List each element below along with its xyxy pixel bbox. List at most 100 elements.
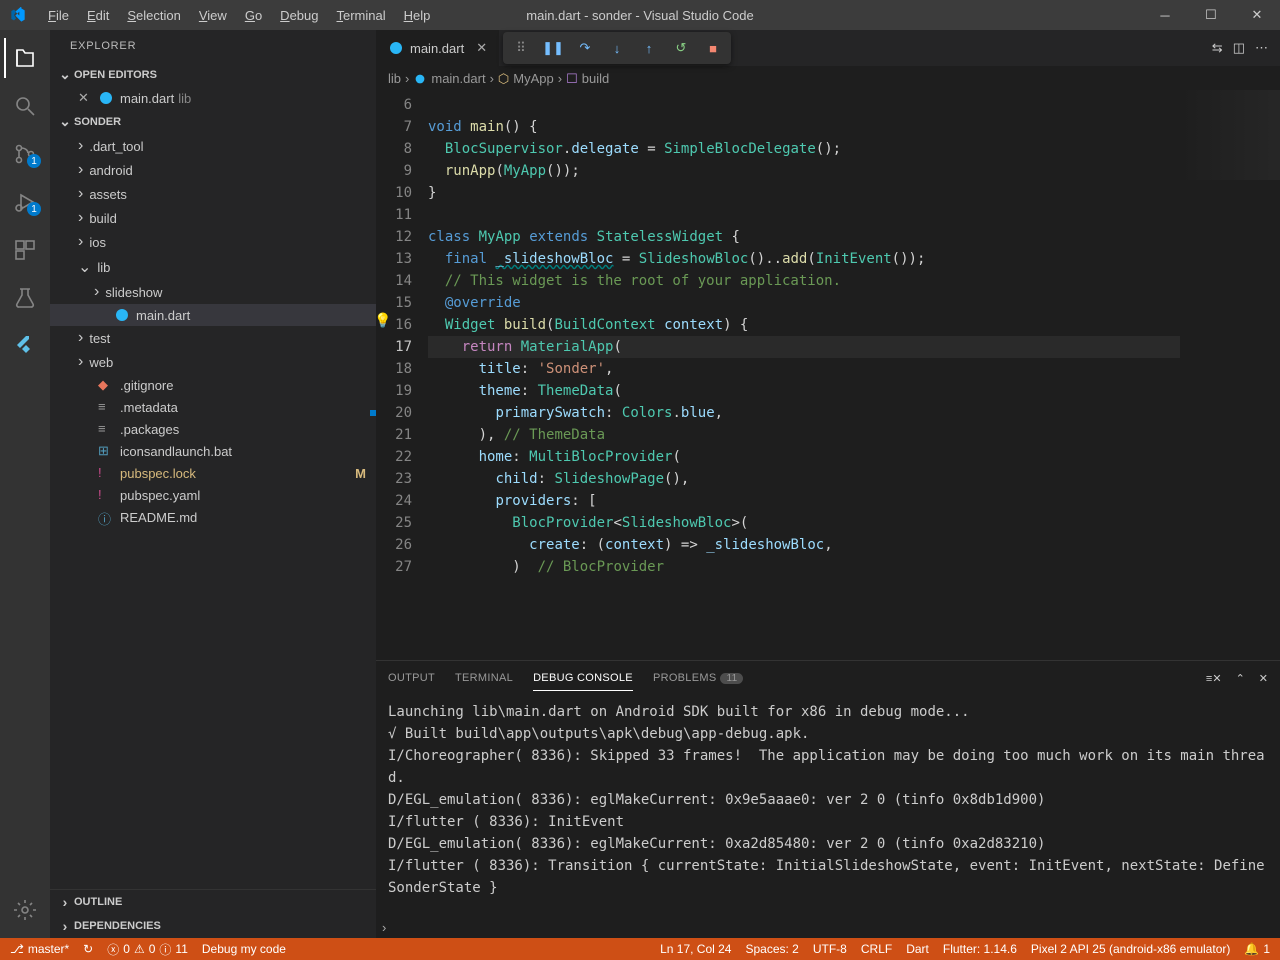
dart-file-icon xyxy=(413,72,427,86)
sidebar: EXPLORER ⌄OPEN EDITORS ✕ main.dartlib ⌄S… xyxy=(50,30,376,938)
split-editor-icon[interactable]: ◫ xyxy=(1233,40,1245,56)
panel-tab-terminal[interactable]: TERMINAL xyxy=(455,666,513,690)
dart-file-icon xyxy=(388,40,404,56)
tree-item-ios[interactable]: ios xyxy=(50,230,376,254)
class-icon: ⬡ xyxy=(498,71,509,87)
tree-item-build[interactable]: build xyxy=(50,206,376,230)
tree-item-web[interactable]: web xyxy=(50,350,376,374)
panel-tab-problems[interactable]: PROBLEMS11 xyxy=(653,666,744,690)
menu-file[interactable]: File xyxy=(40,4,77,27)
compare-icon[interactable]: ⇆ xyxy=(1212,40,1223,56)
debug-toolbar: ⠿ ❚❚ ↷ ↓ ↑ ↺ ■ xyxy=(503,32,731,64)
error-icon: ⓧ xyxy=(107,941,119,958)
status-notifications[interactable]: 🔔1 xyxy=(1244,942,1270,956)
menu-debug[interactable]: Debug xyxy=(272,4,326,27)
status-bar: ⎇master* ↻ ⓧ0 ⚠0 ⓘ11 Debug my code Ln 17… xyxy=(0,938,1280,960)
debug-console-input[interactable]: › xyxy=(376,916,1280,938)
sidebar-title: EXPLORER xyxy=(50,30,376,62)
dart-file-icon xyxy=(98,90,114,106)
status-branch[interactable]: ⎇master* xyxy=(10,942,69,956)
git-branch-icon: ⎇ xyxy=(10,942,24,956)
collapse-panel-icon[interactable]: ⌃ xyxy=(1236,672,1245,685)
more-icon[interactable]: ⋯ xyxy=(1255,40,1268,56)
settings-gear-icon[interactable] xyxy=(5,890,45,930)
close-panel-icon[interactable]: ✕ xyxy=(1259,672,1268,685)
tab-main-dart[interactable]: main.dart ✕ xyxy=(376,30,500,66)
menu-selection[interactable]: Selection xyxy=(119,4,188,27)
bottom-panel: OUTPUT TERMINAL DEBUG CONSOLE PROBLEMS11… xyxy=(376,660,1280,938)
minimize-button[interactable]: ─ xyxy=(1142,0,1188,30)
status-eol[interactable]: CRLF xyxy=(861,942,892,956)
restart-button[interactable]: ↺ xyxy=(667,34,695,62)
tree-item-lib[interactable]: lib xyxy=(50,254,376,280)
tree-item--metadata[interactable]: ≡.metadata xyxy=(50,396,376,418)
pause-button[interactable]: ❚❚ xyxy=(539,34,567,62)
source-control-icon[interactable]: 1 xyxy=(5,134,45,174)
editor-area: main.dart ✕ ⠿ ❚❚ ↷ ↓ ↑ ↺ ■ ⇆ ◫ ⋯ lib › m… xyxy=(376,30,1280,938)
close-button[interactable]: ✕ xyxy=(1234,0,1280,30)
tree-item-README-md[interactable]: ⓘREADME.md xyxy=(50,506,376,528)
search-icon[interactable] xyxy=(5,86,45,126)
tree-item-android[interactable]: android xyxy=(50,158,376,182)
tree-item-slideshow[interactable]: slideshow xyxy=(50,280,376,304)
minimap[interactable] xyxy=(1180,90,1280,660)
window-title: main.dart - sonder - Visual Studio Code xyxy=(526,8,753,23)
info-icon: ⓘ xyxy=(159,941,171,958)
stop-button[interactable]: ■ xyxy=(699,34,727,62)
warning-icon: ⚠ xyxy=(134,942,145,956)
step-over-button[interactable]: ↷ xyxy=(571,34,599,62)
debug-console-output[interactable]: Launching lib\main.dart on Android SDK b… xyxy=(376,695,1280,916)
status-line-col[interactable]: Ln 17, Col 24 xyxy=(660,942,731,956)
tree-item--packages[interactable]: ≡.packages xyxy=(50,418,376,440)
extensions-icon[interactable] xyxy=(5,230,45,270)
status-device[interactable]: Pixel 2 API 25 (android-x86 emulator) xyxy=(1031,942,1230,956)
bell-icon: 🔔 xyxy=(1244,942,1259,956)
editor-body[interactable]: 💡678910111213141516171819202122232425262… xyxy=(376,90,1280,660)
menu-view[interactable]: View xyxy=(191,4,235,27)
outline-header[interactable]: ›OUTLINE xyxy=(50,890,376,914)
step-into-button[interactable]: ↓ xyxy=(603,34,631,62)
menu-go[interactable]: Go xyxy=(237,4,270,27)
tab-close-icon[interactable]: ✕ xyxy=(476,40,487,56)
panel-tab-output[interactable]: OUTPUT xyxy=(388,666,435,690)
tree-item-pubspec-lock[interactable]: !pubspec.lockM xyxy=(50,462,376,484)
menu-terminal[interactable]: Terminal xyxy=(328,4,393,27)
activity-bar: 1 1 xyxy=(0,30,50,938)
status-sync[interactable]: ↻ xyxy=(83,942,93,956)
menu-edit[interactable]: Edit xyxy=(79,4,117,27)
close-file-icon[interactable]: ✕ xyxy=(78,90,92,106)
tree-item-test[interactable]: test xyxy=(50,326,376,350)
flutter-icon[interactable] xyxy=(5,326,45,366)
status-spaces[interactable]: Spaces: 2 xyxy=(745,942,798,956)
tree-item-main-dart[interactable]: main.dart xyxy=(50,304,376,326)
status-problems[interactable]: ⓧ0 ⚠0 ⓘ11 xyxy=(107,941,188,958)
tree-item--gitignore[interactable]: ◆.gitignore xyxy=(50,374,376,396)
drag-handle-icon[interactable]: ⠿ xyxy=(507,34,535,62)
clear-console-icon[interactable]: ≡✕ xyxy=(1206,672,1222,685)
debug-icon[interactable]: 1 xyxy=(5,182,45,222)
open-editors-header[interactable]: ⌄OPEN EDITORS xyxy=(50,62,376,87)
status-flutter[interactable]: Flutter: 1.14.6 xyxy=(943,942,1017,956)
project-header[interactable]: ⌄SONDER xyxy=(50,109,376,134)
tree-item-assets[interactable]: assets xyxy=(50,182,376,206)
status-encoding[interactable]: UTF-8 xyxy=(813,942,847,956)
panel-tab-debug-console[interactable]: DEBUG CONSOLE xyxy=(533,666,633,691)
tree-item-iconsandlaunch-bat[interactable]: ⊞iconsandlaunch.bat xyxy=(50,440,376,462)
breadcrumb[interactable]: lib › main.dart › ⬡ MyApp › ☐ build xyxy=(376,66,1280,90)
tab-row: main.dart ✕ ⠿ ❚❚ ↷ ↓ ↑ ↺ ■ ⇆ ◫ ⋯ xyxy=(376,30,1280,66)
status-debug-task[interactable]: Debug my code xyxy=(202,942,286,956)
method-icon: ☐ xyxy=(566,71,578,87)
status-language[interactable]: Dart xyxy=(906,942,929,956)
vscode-logo-icon xyxy=(10,7,26,23)
titlebar: File Edit Selection View Go Debug Termin… xyxy=(0,0,1280,30)
maximize-button[interactable]: ☐ xyxy=(1188,0,1234,30)
tree-item-pubspec-yaml[interactable]: !pubspec.yaml xyxy=(50,484,376,506)
open-editor-item[interactable]: ✕ main.dartlib xyxy=(50,87,376,109)
menu-help[interactable]: Help xyxy=(396,4,439,27)
step-out-button[interactable]: ↑ xyxy=(635,34,663,62)
tree-item--dart_tool[interactable]: .dart_tool xyxy=(50,134,376,158)
test-beaker-icon[interactable] xyxy=(5,278,45,318)
explorer-icon[interactable] xyxy=(4,38,44,78)
sync-icon: ↻ xyxy=(83,942,93,956)
dependencies-header[interactable]: ›DEPENDENCIES xyxy=(50,914,376,938)
